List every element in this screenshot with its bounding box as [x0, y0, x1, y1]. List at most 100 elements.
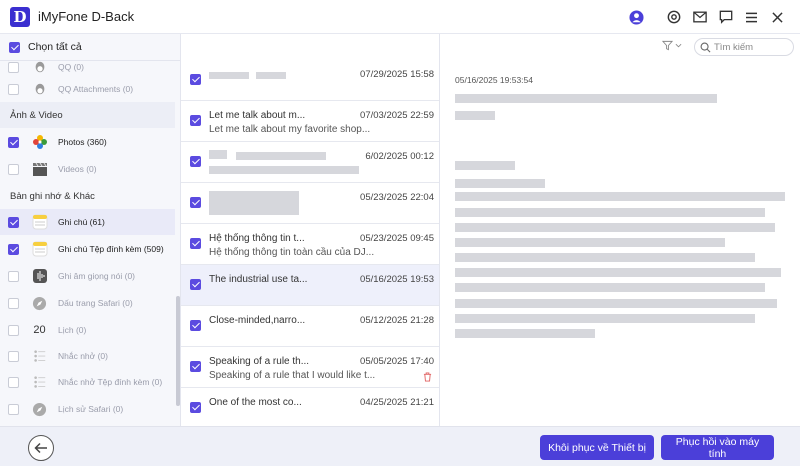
redacted-text	[455, 253, 755, 262]
item-preview: Hệ thống thông tin toàn cầu của DJ...	[209, 247, 375, 258]
category-label: QQ Attachments (0)	[58, 84, 134, 94]
toolbar	[441, 34, 800, 61]
item-checkbox[interactable]	[190, 115, 201, 126]
back-arrow-icon	[34, 442, 47, 454]
category-checkbox[interactable]	[8, 403, 19, 415]
list-item[interactable]: 05/23/2025 22:04	[181, 183, 439, 224]
category-notes[interactable]: Ghi chú (61)	[0, 209, 175, 235]
menu-icon[interactable]	[739, 5, 764, 30]
category-checkbox[interactable]	[8, 163, 19, 175]
item-checkbox[interactable]	[190, 320, 201, 331]
category-label: Lịch sử Safari (0)	[58, 404, 124, 414]
item-checkbox[interactable]	[190, 279, 201, 290]
item-title: Let me talk about m...	[209, 110, 306, 121]
qq-icon	[31, 59, 48, 76]
list-item[interactable]: One of the most co... 04/25/2025 21:21	[181, 388, 439, 426]
list-item[interactable]: Speaking of a rule th... Speaking of a r…	[181, 347, 439, 388]
redacted-text	[455, 94, 717, 103]
category-notes-attachments[interactable]: Ghi chú Tệp đính kèm (509)	[0, 236, 175, 262]
category-label: Nhắc nhở (0)	[58, 351, 108, 361]
redacted-text	[455, 192, 785, 201]
list-item[interactable]: Hệ thống thông tin t... Hệ thống thông t…	[181, 224, 439, 265]
trash-icon[interactable]	[423, 371, 432, 385]
voice-memo-icon	[31, 268, 48, 285]
chat-icon[interactable]	[713, 5, 738, 30]
category-checkbox[interactable]	[8, 270, 19, 282]
close-icon[interactable]	[765, 5, 790, 30]
category-reminders-attachments[interactable]: Nhắc nhở Tệp đính kèm (0)	[0, 369, 175, 395]
redacted-text	[455, 329, 595, 338]
category-checkbox[interactable]	[8, 83, 19, 95]
restore-to-device-button[interactable]: Khôi phục về Thiết bị	[540, 435, 654, 460]
item-checkbox[interactable]	[190, 156, 201, 167]
category-label: Photos (360)	[58, 137, 107, 147]
category-checkbox[interactable]	[8, 243, 19, 255]
filter-button[interactable]	[662, 40, 682, 51]
redacted-text	[455, 238, 725, 247]
item-checkbox[interactable]	[190, 402, 201, 413]
item-title: The industrial use ta...	[209, 274, 308, 285]
item-date: 6/02/2025 00:12	[365, 151, 434, 162]
category-checkbox[interactable]	[8, 376, 19, 388]
category-scrollbar[interactable]	[176, 296, 180, 406]
item-title: Speaking of a rule th...	[209, 356, 310, 367]
redacted-text	[455, 314, 755, 323]
item-preview: Let me talk about my favorite shop...	[209, 124, 371, 135]
category-panel: Chọn tất cả QQ (0) QQ Attachments (0) Ản…	[0, 34, 181, 426]
redacted-text	[455, 299, 777, 308]
item-checkbox[interactable]	[190, 238, 201, 249]
user-icon[interactable]	[624, 5, 649, 30]
item-checkbox[interactable]	[190, 74, 201, 85]
safari-icon	[31, 295, 48, 312]
category-safari-history[interactable]: Lịch sử Safari (0)	[0, 396, 175, 422]
mail-icon[interactable]	[687, 5, 712, 30]
category-checkbox[interactable]	[8, 350, 19, 362]
redacted-text	[236, 152, 326, 160]
search-icon	[700, 42, 711, 52]
category-checkbox[interactable]	[8, 216, 19, 228]
list-item[interactable]: 07/29/2025 15:58	[181, 60, 439, 101]
section-memos-other: Bản ghi nhớ & Khác	[10, 190, 95, 202]
category-label: Ghi chú Tệp đính kèm (509)	[58, 244, 164, 254]
target-icon[interactable]	[661, 5, 686, 30]
category-videos[interactable]: Videos (0)	[0, 156, 175, 182]
redacted-text	[209, 72, 249, 79]
redacted-text	[209, 150, 227, 159]
item-title: Hệ thống thông tin t...	[209, 233, 305, 244]
category-photos[interactable]: Photos (360)	[0, 129, 175, 155]
select-all-checkbox[interactable]	[9, 41, 20, 53]
reminders-icon	[31, 374, 48, 391]
item-checkbox[interactable]	[190, 361, 201, 372]
category-safari-bookmarks[interactable]: Dấu trang Safari (0)	[0, 290, 175, 316]
redacted-text	[455, 223, 775, 232]
item-date: 07/29/2025 15:58	[360, 69, 434, 80]
category-reminders[interactable]: Nhắc nhở (0)	[0, 343, 175, 369]
back-button[interactable]	[28, 435, 54, 461]
restore-to-computer-button[interactable]: Phục hồi vào máy tính	[661, 435, 774, 460]
list-item-selected[interactable]: The industrial use ta... 05/16/2025 19:5…	[181, 265, 439, 306]
category-checkbox[interactable]	[8, 136, 19, 148]
filter-icon	[662, 40, 673, 51]
app-logo: D	[10, 6, 30, 27]
category-qq-attachments[interactable]: QQ Attachments (0)	[0, 76, 175, 102]
list-item[interactable]: 6/02/2025 00:12	[181, 142, 439, 183]
category-checkbox[interactable]	[8, 61, 19, 73]
chevron-down-icon	[675, 43, 682, 48]
item-date: 05/23/2025 22:04	[360, 192, 434, 203]
category-label: Dấu trang Safari (0)	[58, 298, 133, 308]
category-label: Lịch (0)	[58, 325, 87, 335]
search-box[interactable]	[694, 38, 794, 56]
category-checkbox[interactable]	[8, 297, 19, 309]
category-calendar[interactable]: 20 Lịch (0)	[0, 317, 175, 343]
category-voice-memos[interactable]: Ghi âm giọng nói (0)	[0, 263, 175, 289]
category-checkbox[interactable]	[8, 324, 19, 336]
safari-icon	[31, 401, 48, 418]
list-item[interactable]: Close-minded,narro... 05/12/2025 21:28	[181, 306, 439, 347]
category-label: Videos (0)	[58, 164, 97, 174]
reminders-icon	[31, 348, 48, 365]
search-input[interactable]	[714, 41, 790, 53]
item-title: Close-minded,narro...	[209, 315, 306, 326]
list-item[interactable]: Let me talk about m... Let me talk about…	[181, 101, 439, 142]
category-label: Nhắc nhở Tệp đính kèm (0)	[58, 377, 163, 387]
item-checkbox[interactable]	[190, 197, 201, 208]
